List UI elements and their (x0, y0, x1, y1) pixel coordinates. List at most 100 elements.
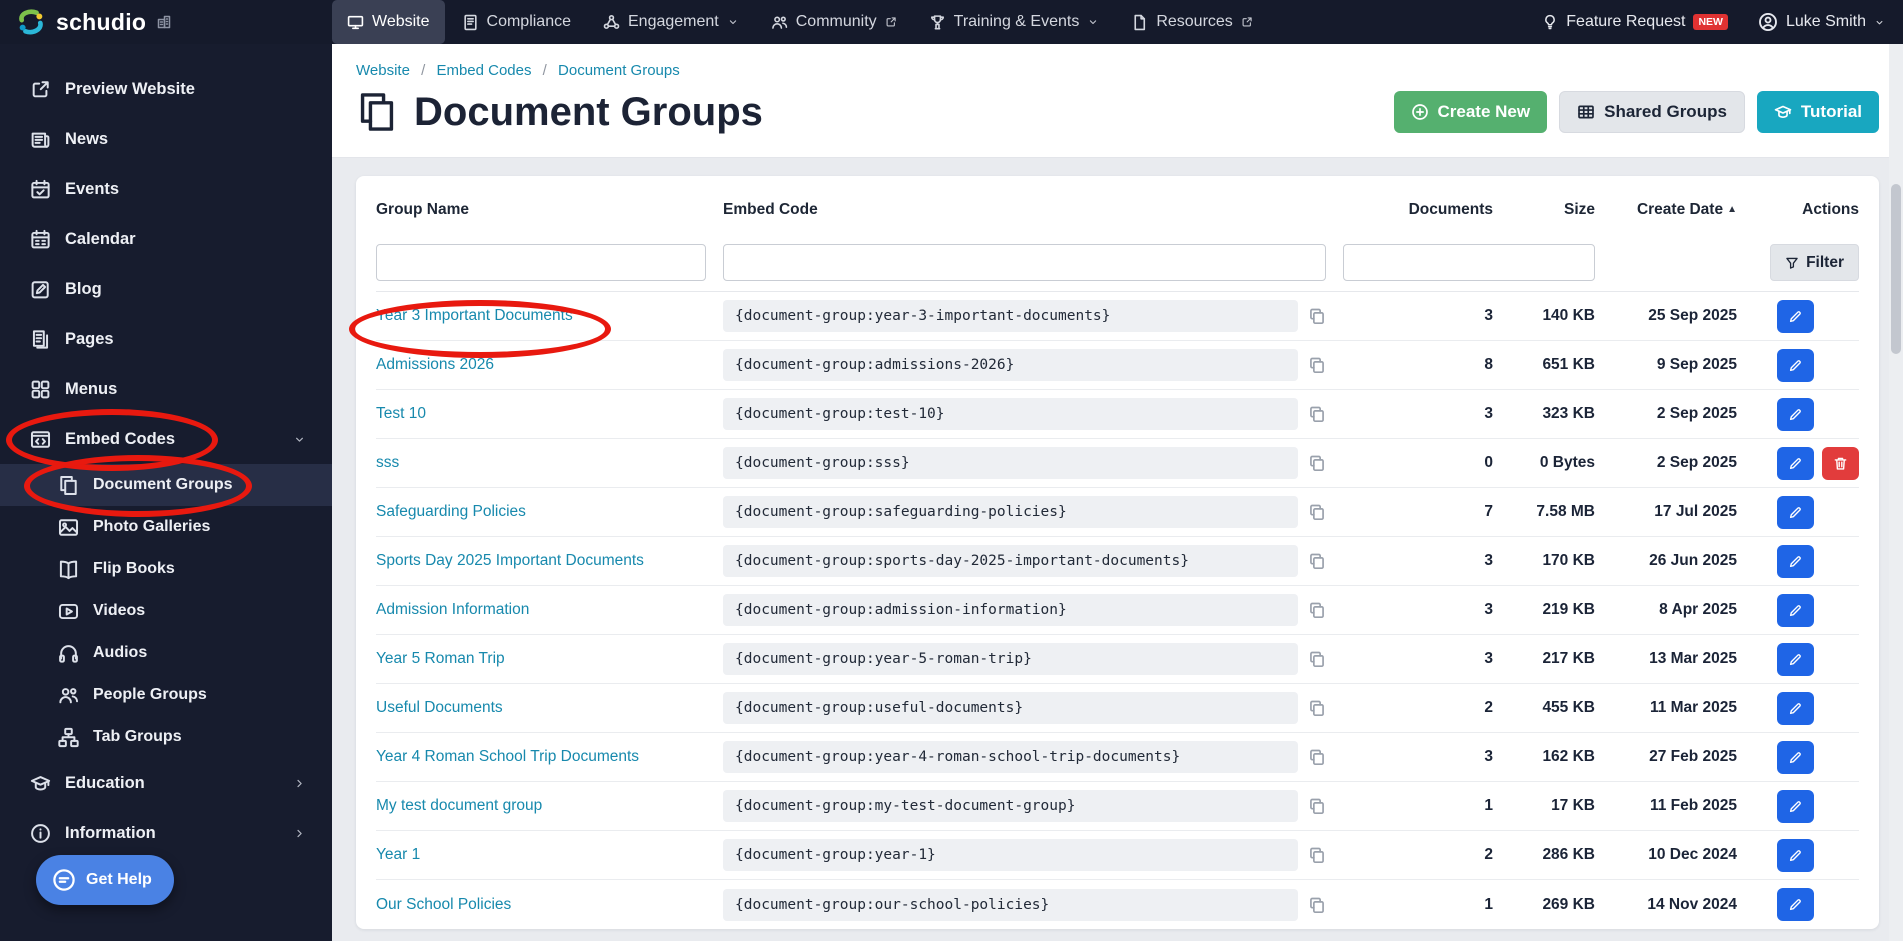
edit-button[interactable] (1777, 642, 1814, 676)
sidebar-item-pages[interactable]: Pages (0, 314, 332, 364)
edit-button[interactable] (1777, 593, 1814, 627)
filter-embed-code-input[interactable] (723, 244, 1326, 281)
copy-button[interactable] (1308, 699, 1326, 717)
sidebar-item-education[interactable]: Education (0, 758, 332, 808)
copy-button[interactable] (1308, 307, 1326, 325)
group-name-link[interactable]: Admissions 2026 (376, 356, 494, 373)
edit-button[interactable] (1777, 789, 1814, 823)
organisation-icon[interactable] (156, 14, 172, 30)
nav-item-label: Resources (1156, 13, 1233, 30)
filter-documents-input[interactable] (1343, 244, 1595, 281)
sidebar-item-blog[interactable]: Blog (0, 264, 332, 314)
copy-button[interactable] (1308, 896, 1326, 914)
copy-button[interactable] (1308, 601, 1326, 619)
copy-button[interactable] (1308, 552, 1326, 570)
edit-button[interactable] (1777, 348, 1814, 382)
group-name-link[interactable]: Sports Day 2025 Important Documents (376, 552, 644, 569)
copy-button[interactable] (1308, 454, 1326, 472)
group-name-link[interactable]: Test 10 (376, 405, 426, 422)
training-icon (930, 14, 944, 29)
nav-item-compliance[interactable]: Compliance (447, 0, 586, 44)
group-name-link[interactable]: Safeguarding Policies (376, 503, 526, 520)
group-name-link[interactable]: Our School Policies (376, 896, 511, 913)
sidebar-item-audios[interactable]: Audios (0, 632, 332, 674)
tutorial-button[interactable]: Tutorial (1756, 91, 1879, 133)
group-name-link[interactable]: sss (376, 454, 399, 471)
create-date-value: 11 Feb 2025 (1649, 797, 1737, 814)
user-menu[interactable]: Luke Smith (1758, 12, 1885, 32)
edit-button[interactable] (1777, 691, 1814, 725)
group-name-link[interactable]: Year 1 (376, 846, 420, 863)
sidebar-item-events[interactable]: Events (0, 164, 332, 214)
table-row-admissions-2026: Admissions 2026 {document-group:admission… (376, 341, 1859, 390)
sidebar-item-preview-website[interactable]: Preview Website (0, 64, 332, 114)
sidebar-item-information[interactable]: Information (0, 808, 332, 858)
breadcrumb-website[interactable]: Website (356, 62, 410, 79)
edit-button[interactable] (1777, 544, 1814, 578)
group-name-link[interactable]: My test document group (376, 797, 542, 814)
get-help-button[interactable]: Get Help (36, 855, 174, 905)
copy-button[interactable] (1308, 405, 1326, 423)
edit-button[interactable] (1777, 446, 1814, 480)
group-name-link[interactable]: Year 4 Roman School Trip Documents (376, 748, 639, 765)
group-name-link[interactable]: Useful Documents (376, 699, 503, 716)
nav-item-resources[interactable]: Resources (1116, 0, 1267, 44)
delete-button[interactable] (1822, 446, 1859, 480)
filter-group-name-input[interactable] (376, 244, 706, 281)
documents-count: 3 (1484, 601, 1493, 618)
sidebar-item-calendar[interactable]: Calendar (0, 214, 332, 264)
filter-button[interactable]: Filter (1770, 244, 1859, 281)
edit-button[interactable] (1777, 838, 1814, 872)
documents-count: 8 (1484, 356, 1493, 373)
create-new-button[interactable]: Create New (1393, 91, 1548, 133)
edit-button[interactable] (1777, 397, 1814, 431)
sidebar-item-videos[interactable]: Videos (0, 590, 332, 632)
nav-item-label: Training & Events (953, 13, 1080, 30)
breadcrumb-document-groups[interactable]: Document Groups (558, 62, 680, 79)
sidebar-item-label: Audios (93, 644, 148, 661)
sidebar-item-menus[interactable]: Menus (0, 364, 332, 414)
create-date-value: 8 Apr 2025 (1659, 601, 1737, 618)
column-header-embed-code[interactable]: Embed Code (723, 201, 1326, 219)
copy-button[interactable] (1308, 650, 1326, 668)
sidebar-item-document-groups[interactable]: Document Groups (0, 464, 332, 506)
sidebar-item-photo-galleries[interactable]: Photo Galleries (0, 506, 332, 548)
shared-groups-button[interactable]: Shared Groups (1559, 91, 1745, 133)
page-scrollbar[interactable] (1889, 44, 1903, 941)
column-header-documents[interactable]: Documents (1343, 201, 1493, 219)
information-icon (31, 823, 50, 843)
column-header-size[interactable]: Size (1510, 201, 1595, 219)
group-name-link[interactable]: Year 5 Roman Trip (376, 650, 505, 667)
organisation-icon (158, 15, 171, 29)
copy-button[interactable] (1308, 503, 1326, 521)
edit-button[interactable] (1777, 495, 1814, 529)
sidebar-item-people-groups[interactable]: People Groups (0, 674, 332, 716)
information-icon (30, 823, 51, 844)
feature-request-button[interactable]: Feature Request NEW (1542, 13, 1728, 31)
group-name-link[interactable]: Admission Information (376, 601, 529, 618)
topbar-right: Feature Request NEW Luke Smith (1542, 12, 1885, 32)
copy-button[interactable] (1308, 846, 1326, 864)
sidebar-item-embed-codes[interactable]: Embed Codes (0, 414, 332, 464)
column-header-create-date[interactable]: Create Date ▲ (1612, 201, 1737, 219)
sidebar-item-news[interactable]: News (0, 114, 332, 164)
brand-logo[interactable]: schudio (0, 9, 332, 36)
edit-button[interactable] (1777, 888, 1814, 921)
copy-button[interactable] (1308, 797, 1326, 815)
nav-item-website[interactable]: Website (332, 0, 445, 44)
edit-button[interactable] (1777, 740, 1814, 774)
group-name-link[interactable]: Year 3 Important Documents (376, 307, 573, 324)
scrollbar-thumb[interactable] (1891, 184, 1901, 354)
sidebar-item-tab-groups[interactable]: Tab Groups (0, 716, 332, 758)
embed-code-value: {document-group:year-3-important-documen… (723, 300, 1298, 332)
nav-item-community[interactable]: Community (756, 0, 912, 44)
breadcrumb-embed-codes[interactable]: Embed Codes (436, 62, 531, 79)
copy-button[interactable] (1308, 748, 1326, 766)
create-date-value: 2 Sep 2025 (1656, 405, 1737, 422)
edit-button[interactable] (1777, 299, 1814, 333)
nav-item-training-events[interactable]: Training & Events (914, 0, 1115, 44)
sidebar-item-flip-books[interactable]: Flip Books (0, 548, 332, 590)
column-header-group-name[interactable]: Group Name (376, 201, 706, 219)
nav-item-engagement[interactable]: Engagement (588, 0, 754, 44)
copy-button[interactable] (1308, 356, 1326, 374)
